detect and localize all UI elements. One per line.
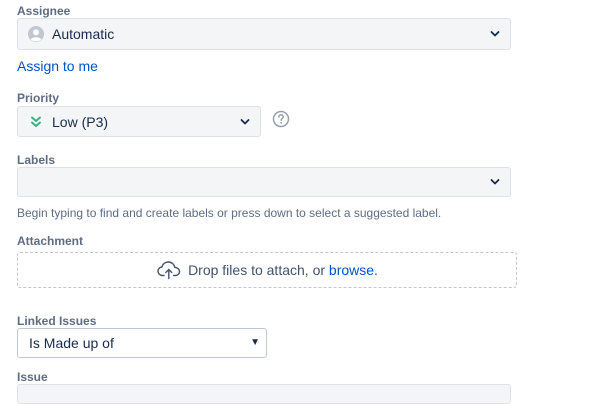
linked-issues-label: Linked Issues [17, 314, 97, 328]
priority-select[interactable]: Low (P3) [17, 106, 261, 137]
chevron-down-icon [490, 31, 500, 37]
assignee-value: Automatic [52, 26, 115, 42]
issue-picker[interactable] [17, 384, 511, 404]
labels-hint: Begin typing to find and create labels o… [17, 206, 442, 220]
double-chevron-down-icon [30, 115, 42, 129]
assignee-label: Assignee [17, 4, 71, 18]
priority-label: Priority [17, 91, 60, 105]
default-avatar-icon [28, 26, 44, 42]
issue-label: Issue [17, 370, 48, 384]
cloud-upload-icon [156, 260, 182, 280]
chevron-down-icon [240, 118, 250, 124]
link-type-value: Is Made up of [29, 335, 114, 351]
browse-link[interactable]: browse. [329, 262, 378, 278]
chevron-down-icon [490, 179, 500, 185]
caret-down-icon: ▼ [250, 337, 260, 348]
assignee-select[interactable]: Automatic [17, 18, 511, 50]
drop-text: Drop files to attach, or [188, 262, 326, 278]
priority-value: Low (P3) [52, 113, 109, 130]
question-circle-icon[interactable] [272, 110, 290, 133]
assign-to-me-link[interactable]: Assign to me [17, 58, 98, 74]
attachment-dropzone[interactable]: Drop files to attach, or browse. [17, 252, 517, 288]
labels-select[interactable] [17, 167, 511, 197]
labels-label: Labels [17, 153, 56, 167]
link-type-select[interactable]: Is Made up of ▼ [17, 328, 267, 358]
attachment-label: Attachment [17, 234, 84, 248]
